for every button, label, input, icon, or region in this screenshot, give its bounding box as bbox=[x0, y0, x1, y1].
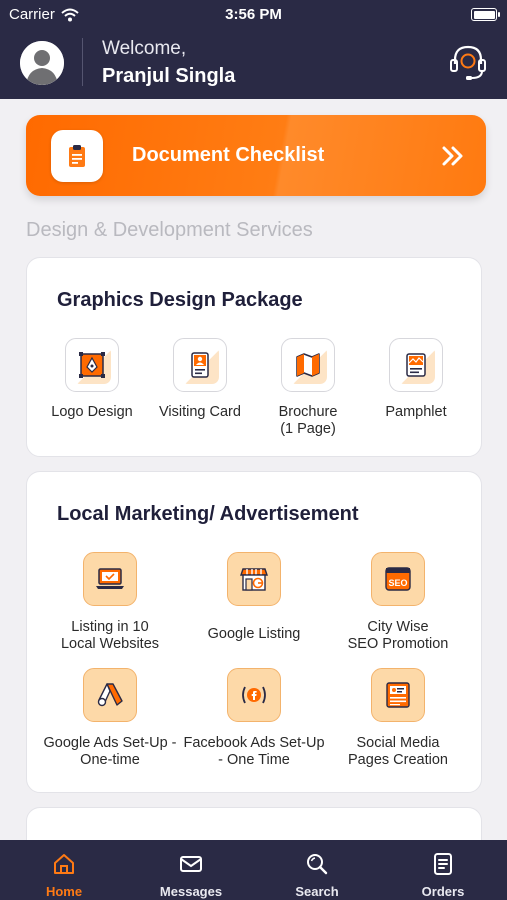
card-title: Local Marketing/ Advertisement bbox=[57, 503, 359, 525]
local-marketing-card: Local Marketing/ Advertisement Listing i… bbox=[26, 471, 482, 793]
nav-home[interactable]: Home bbox=[9, 840, 119, 900]
nav-orders[interactable]: Orders bbox=[388, 840, 498, 900]
storefront-icon bbox=[227, 552, 281, 606]
service-label: Google Ads Set-Up - One-time bbox=[43, 735, 177, 768]
service-label: Logo Design bbox=[51, 404, 133, 420]
user-name: Pranjul Singla bbox=[102, 65, 236, 87]
pen-tool-icon bbox=[73, 346, 111, 384]
service-label: City Wise SEO Promotion bbox=[347, 619, 449, 652]
facebook-icon bbox=[227, 668, 281, 722]
document-checklist-button[interactable]: Document Checklist bbox=[26, 115, 486, 196]
service-brochure[interactable]: Brochure (1 Page) bbox=[253, 338, 363, 438]
section-title: Design & Development Services bbox=[26, 219, 313, 241]
google-ads-icon bbox=[83, 668, 137, 722]
app-header: Welcome, Pranjul Singla bbox=[0, 30, 507, 99]
nav-messages[interactable]: Messages bbox=[136, 840, 246, 900]
clipboard-icon bbox=[51, 130, 103, 182]
service-pamphlet[interactable]: Pamphlet bbox=[361, 338, 471, 421]
svg-text:SEO: SEO bbox=[388, 578, 407, 588]
card-title: Graphics Design Package bbox=[57, 289, 303, 311]
service-logo-design[interactable]: Logo Design bbox=[37, 338, 147, 421]
nav-label: Search bbox=[295, 884, 339, 899]
nav-search[interactable]: Search bbox=[262, 840, 372, 900]
seo-icon: SEO bbox=[371, 552, 425, 606]
service-label: Visiting Card bbox=[159, 404, 241, 420]
nav-label: Messages bbox=[159, 884, 223, 899]
search-icon bbox=[307, 854, 328, 875]
bottom-nav: Home Messages Search Orders bbox=[0, 840, 507, 900]
laptop-icon bbox=[83, 552, 137, 606]
home-icon bbox=[54, 854, 74, 874]
social-page-icon bbox=[371, 668, 425, 722]
service-facebook-ads[interactable]: Facebook Ads Set-Up - One Time bbox=[179, 668, 329, 769]
service-social-media-pages[interactable]: Social Media Pages Creation bbox=[323, 668, 473, 769]
envelope-icon bbox=[180, 856, 202, 872]
service-visiting-card[interactable]: Visiting Card bbox=[145, 338, 255, 421]
service-label: Google Listing bbox=[207, 626, 301, 642]
brochure-map-icon bbox=[289, 346, 327, 384]
nav-label: Home bbox=[45, 884, 83, 899]
nav-label: Orders bbox=[421, 884, 465, 899]
status-bar: Carrier 3:56 PM bbox=[0, 0, 507, 30]
service-label: Facebook Ads Set-Up - One Time bbox=[183, 735, 325, 768]
service-google-listing[interactable]: Google Listing bbox=[179, 552, 329, 643]
headset-icon[interactable] bbox=[446, 40, 490, 84]
service-label: Brochure (1 Page) bbox=[278, 404, 338, 437]
header-divider bbox=[82, 38, 83, 86]
battery-icon bbox=[471, 8, 500, 21]
status-time: 3:56 PM bbox=[225, 6, 282, 23]
service-label: Listing in 10 Local Websites bbox=[60, 619, 160, 652]
service-seo-promotion[interactable]: SEO City Wise SEO Promotion bbox=[323, 552, 473, 653]
service-label: Pamphlet bbox=[385, 404, 447, 420]
id-card-icon bbox=[181, 346, 219, 384]
pamphlet-icon bbox=[397, 346, 435, 384]
avatar[interactable] bbox=[20, 41, 64, 85]
service-label: Social Media Pages Creation bbox=[348, 735, 448, 768]
orders-icon bbox=[434, 853, 452, 875]
service-local-listing[interactable]: Listing in 10 Local Websites bbox=[35, 552, 185, 653]
graphics-design-card: Graphics Design Package Logo Design Visi… bbox=[26, 257, 482, 457]
document-checklist-label: Document Checklist bbox=[132, 144, 325, 166]
welcome-text: Welcome, bbox=[102, 38, 187, 59]
double-chevron-right-icon bbox=[442, 146, 463, 166]
service-google-ads[interactable]: Google Ads Set-Up - One-time bbox=[35, 668, 185, 769]
user-silhouette-icon bbox=[20, 41, 64, 85]
